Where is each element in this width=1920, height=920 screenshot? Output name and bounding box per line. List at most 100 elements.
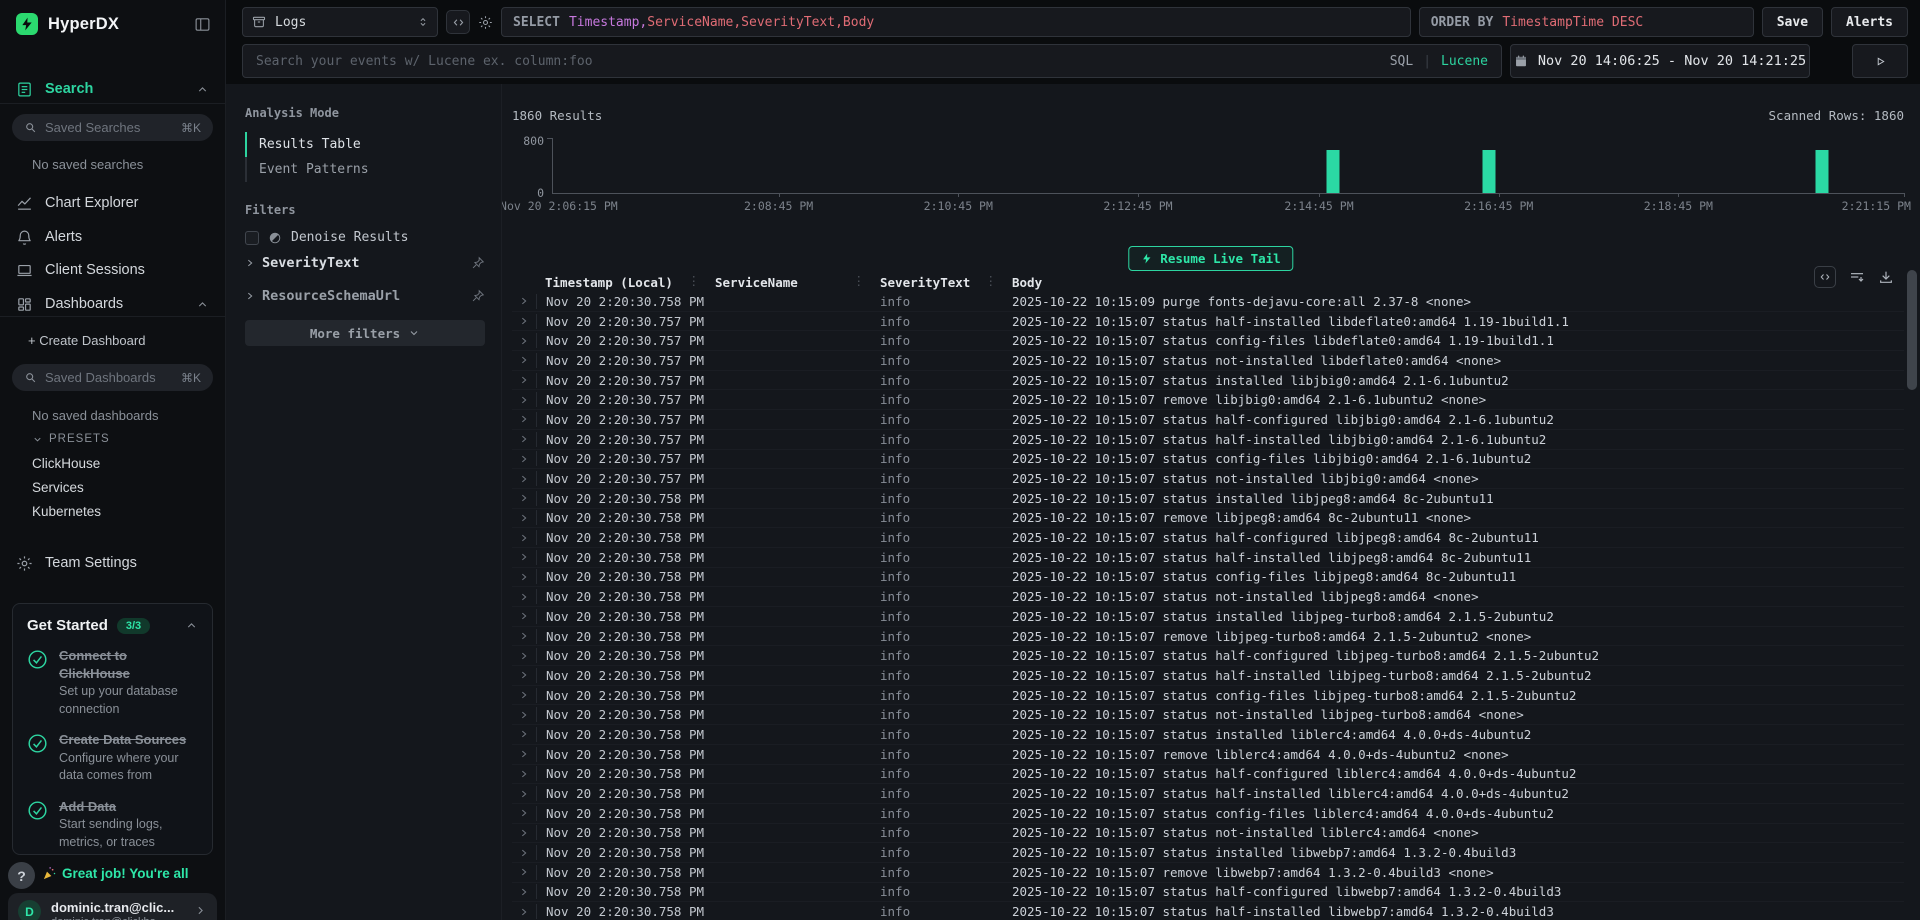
table-row[interactable]: Nov 20 2:20:30.758 PMinfo2025-10-22 10:1… — [512, 745, 1904, 765]
row-expand-chevron-icon[interactable] — [512, 729, 536, 739]
table-row[interactable]: Nov 20 2:20:30.758 PMinfo2025-10-22 10:1… — [512, 765, 1904, 785]
row-expand-chevron-icon[interactable] — [512, 552, 536, 562]
table-row[interactable]: Nov 20 2:20:30.758 PMinfo2025-10-22 10:1… — [512, 824, 1904, 844]
row-expand-chevron-icon[interactable] — [512, 513, 536, 523]
histogram-bar[interactable] — [1815, 150, 1828, 193]
sidebar-item-search[interactable]: Search — [0, 76, 225, 102]
presets-section-toggle[interactable]: PRESETS — [32, 433, 110, 445]
table-row[interactable]: Nov 20 2:20:30.758 PMinfo2025-10-22 10:1… — [512, 863, 1904, 883]
row-expand-chevron-icon[interactable] — [512, 375, 536, 385]
sidebar-item-team-settings[interactable]: Team Settings — [0, 550, 225, 576]
user-account-chip[interactable]: D dominic.tran@clic... dominic.tran@clic… — [8, 893, 217, 920]
lucene-mode-toggle[interactable]: Lucene — [1441, 54, 1488, 69]
facet-severitytext[interactable]: SeverityText — [245, 247, 485, 278]
column-header-timestamp-local-[interactable]: Timestamp (Local)⋮ — [536, 275, 706, 290]
table-row[interactable]: Nov 20 2:20:30.758 PMinfo2025-10-22 10:1… — [512, 843, 1904, 863]
table-row[interactable]: Nov 20 2:20:30.757 PMinfo2025-10-22 10:1… — [512, 430, 1904, 450]
table-row[interactable]: Nov 20 2:20:30.758 PMinfo2025-10-22 10:1… — [512, 725, 1904, 745]
sidebar-item-client-sessions[interactable]: Client Sessions — [0, 257, 225, 283]
chevron-up-icon[interactable] — [185, 619, 198, 632]
row-expand-chevron-icon[interactable] — [512, 887, 536, 897]
search-input[interactable] — [256, 54, 1380, 69]
table-row[interactable]: Nov 20 2:20:30.757 PMinfo2025-10-22 10:1… — [512, 410, 1904, 430]
row-expand-chevron-icon[interactable] — [512, 533, 536, 543]
histogram-bar[interactable] — [1326, 150, 1339, 193]
select-columns-input[interactable]: SELECTTimestamp,ServiceName,SeverityText… — [501, 7, 1411, 37]
row-expand-chevron-icon[interactable] — [512, 611, 536, 621]
table-row[interactable]: Nov 20 2:20:30.758 PMinfo2025-10-22 10:1… — [512, 568, 1904, 588]
row-expand-chevron-icon[interactable] — [512, 749, 536, 759]
analysis-mode-results-table[interactable]: Results Table — [245, 132, 485, 157]
sidebar-item-chart-explorer[interactable]: Chart Explorer — [0, 190, 225, 216]
row-expand-chevron-icon[interactable] — [512, 808, 536, 818]
alerts-button[interactable]: Alerts — [1831, 7, 1908, 37]
column-header-severitytext[interactable]: SeverityText⋮ — [871, 275, 1003, 290]
column-header-body[interactable]: Body — [1003, 275, 1904, 290]
row-expand-chevron-icon[interactable] — [512, 769, 536, 779]
sidebar-collapse-icon[interactable] — [194, 16, 211, 33]
get-started-item[interactable]: Add DataStart sending logs, metrics, or … — [27, 798, 198, 852]
create-dashboard-button[interactable]: + Create Dashboard — [28, 333, 145, 348]
facet-resourceschemaurl[interactable]: ResourceSchemaUrl — [245, 280, 485, 311]
table-row[interactable]: Nov 20 2:20:30.758 PMinfo2025-10-22 10:1… — [512, 627, 1904, 647]
get-started-item[interactable]: Connect to ClickHouseSet up your databas… — [27, 647, 198, 718]
table-row[interactable]: Nov 20 2:20:30.758 PMinfo2025-10-22 10:1… — [512, 528, 1904, 548]
table-row[interactable]: Nov 20 2:20:30.758 PMinfo2025-10-22 10:1… — [512, 587, 1904, 607]
row-expand-chevron-icon[interactable] — [512, 434, 536, 444]
table-row[interactable]: Nov 20 2:20:30.757 PMinfo2025-10-22 10:1… — [512, 371, 1904, 391]
table-row[interactable]: Nov 20 2:20:30.758 PMinfo2025-10-22 10:1… — [512, 548, 1904, 568]
pin-icon[interactable] — [471, 289, 485, 303]
preset-item-services[interactable]: Services — [32, 480, 84, 495]
denoise-results-toggle[interactable]: Denoise Results — [245, 230, 485, 245]
save-button[interactable]: Save — [1762, 7, 1823, 37]
histogram-bar[interactable] — [1483, 150, 1496, 193]
table-row[interactable]: Nov 20 2:20:30.758 PMinfo2025-10-22 10:1… — [512, 646, 1904, 666]
row-expand-chevron-icon[interactable] — [512, 336, 536, 346]
table-row[interactable]: Nov 20 2:20:30.757 PMinfo2025-10-22 10:1… — [512, 331, 1904, 351]
row-expand-chevron-icon[interactable] — [512, 867, 536, 877]
help-button[interactable]: ? — [8, 862, 35, 889]
scrollbar-thumb[interactable] — [1907, 270, 1917, 390]
date-range-picker[interactable]: Nov 20 14:06:25 - Nov 20 14:21:25 — [1510, 44, 1810, 78]
row-expand-chevron-icon[interactable] — [512, 690, 536, 700]
row-expand-chevron-icon[interactable] — [512, 789, 536, 799]
row-expand-chevron-icon[interactable] — [512, 907, 536, 917]
row-expand-chevron-icon[interactable] — [512, 474, 536, 484]
row-expand-chevron-icon[interactable] — [512, 355, 536, 365]
source-settings-gear-icon[interactable] — [478, 15, 493, 30]
row-expand-chevron-icon[interactable] — [512, 651, 536, 661]
sidebar-item-alerts[interactable]: Alerts — [0, 224, 225, 250]
resume-live-tail-button[interactable]: Resume Live Tail — [1128, 246, 1293, 271]
pin-icon[interactable] — [471, 256, 485, 270]
row-expand-chevron-icon[interactable] — [512, 395, 536, 405]
row-expand-chevron-icon[interactable] — [512, 572, 536, 582]
sql-mode-toggle[interactable]: SQL — [1390, 54, 1413, 69]
saved-dashboards-input[interactable]: Saved Dashboards ⌘K — [12, 364, 213, 391]
table-row[interactable]: Nov 20 2:20:30.757 PMinfo2025-10-22 10:1… — [512, 390, 1904, 410]
analysis-mode-event-patterns[interactable]: Event Patterns — [245, 157, 485, 182]
table-row[interactable]: Nov 20 2:20:30.758 PMinfo2025-10-22 10:1… — [512, 686, 1904, 706]
table-row[interactable]: Nov 20 2:20:30.758 PMinfo2025-10-22 10:1… — [512, 489, 1904, 509]
row-expand-chevron-icon[interactable] — [512, 316, 536, 326]
table-row[interactable]: Nov 20 2:20:30.757 PMinfo2025-10-22 10:1… — [512, 351, 1904, 371]
get-started-item[interactable]: Create Data SourcesConfigure where your … — [27, 731, 198, 785]
row-expand-chevron-icon[interactable] — [512, 592, 536, 602]
table-row[interactable]: Nov 20 2:20:30.758 PMinfo2025-10-22 10:1… — [512, 666, 1904, 686]
row-expand-chevron-icon[interactable] — [512, 631, 536, 641]
table-row[interactable]: Nov 20 2:20:30.758 PMinfo2025-10-22 10:1… — [512, 705, 1904, 725]
table-row[interactable]: Nov 20 2:20:30.758 PMinfo2025-10-22 10:1… — [512, 804, 1904, 824]
table-row[interactable]: Nov 20 2:20:30.757 PMinfo2025-10-22 10:1… — [512, 469, 1904, 489]
code-view-button[interactable] — [446, 10, 470, 34]
order-by-input[interactable]: ORDER BYTimestampTime DESC — [1419, 7, 1754, 37]
saved-searches-input[interactable]: Saved Searches ⌘K — [12, 114, 213, 141]
sidebar-item-dashboards[interactable]: Dashboards — [0, 291, 225, 317]
table-row[interactable]: Nov 20 2:20:30.758 PMinfo2025-10-22 10:1… — [512, 902, 1904, 920]
preset-item-kubernetes[interactable]: Kubernetes — [32, 504, 101, 519]
row-expand-chevron-icon[interactable] — [512, 848, 536, 858]
chart-plot-area[interactable]: Nov 20 2:06:15 PM2:08:45 PM2:10:45 PM2:1… — [552, 138, 1904, 194]
table-row[interactable]: Nov 20 2:20:30.758 PMinfo2025-10-22 10:1… — [512, 509, 1904, 529]
table-row[interactable]: Nov 20 2:20:30.757 PMinfo2025-10-22 10:1… — [512, 312, 1904, 332]
table-row[interactable]: Nov 20 2:20:30.758 PMinfo2025-10-22 10:1… — [512, 607, 1904, 627]
more-filters-button[interactable]: More filters — [245, 320, 485, 346]
row-expand-chevron-icon[interactable] — [512, 454, 536, 464]
